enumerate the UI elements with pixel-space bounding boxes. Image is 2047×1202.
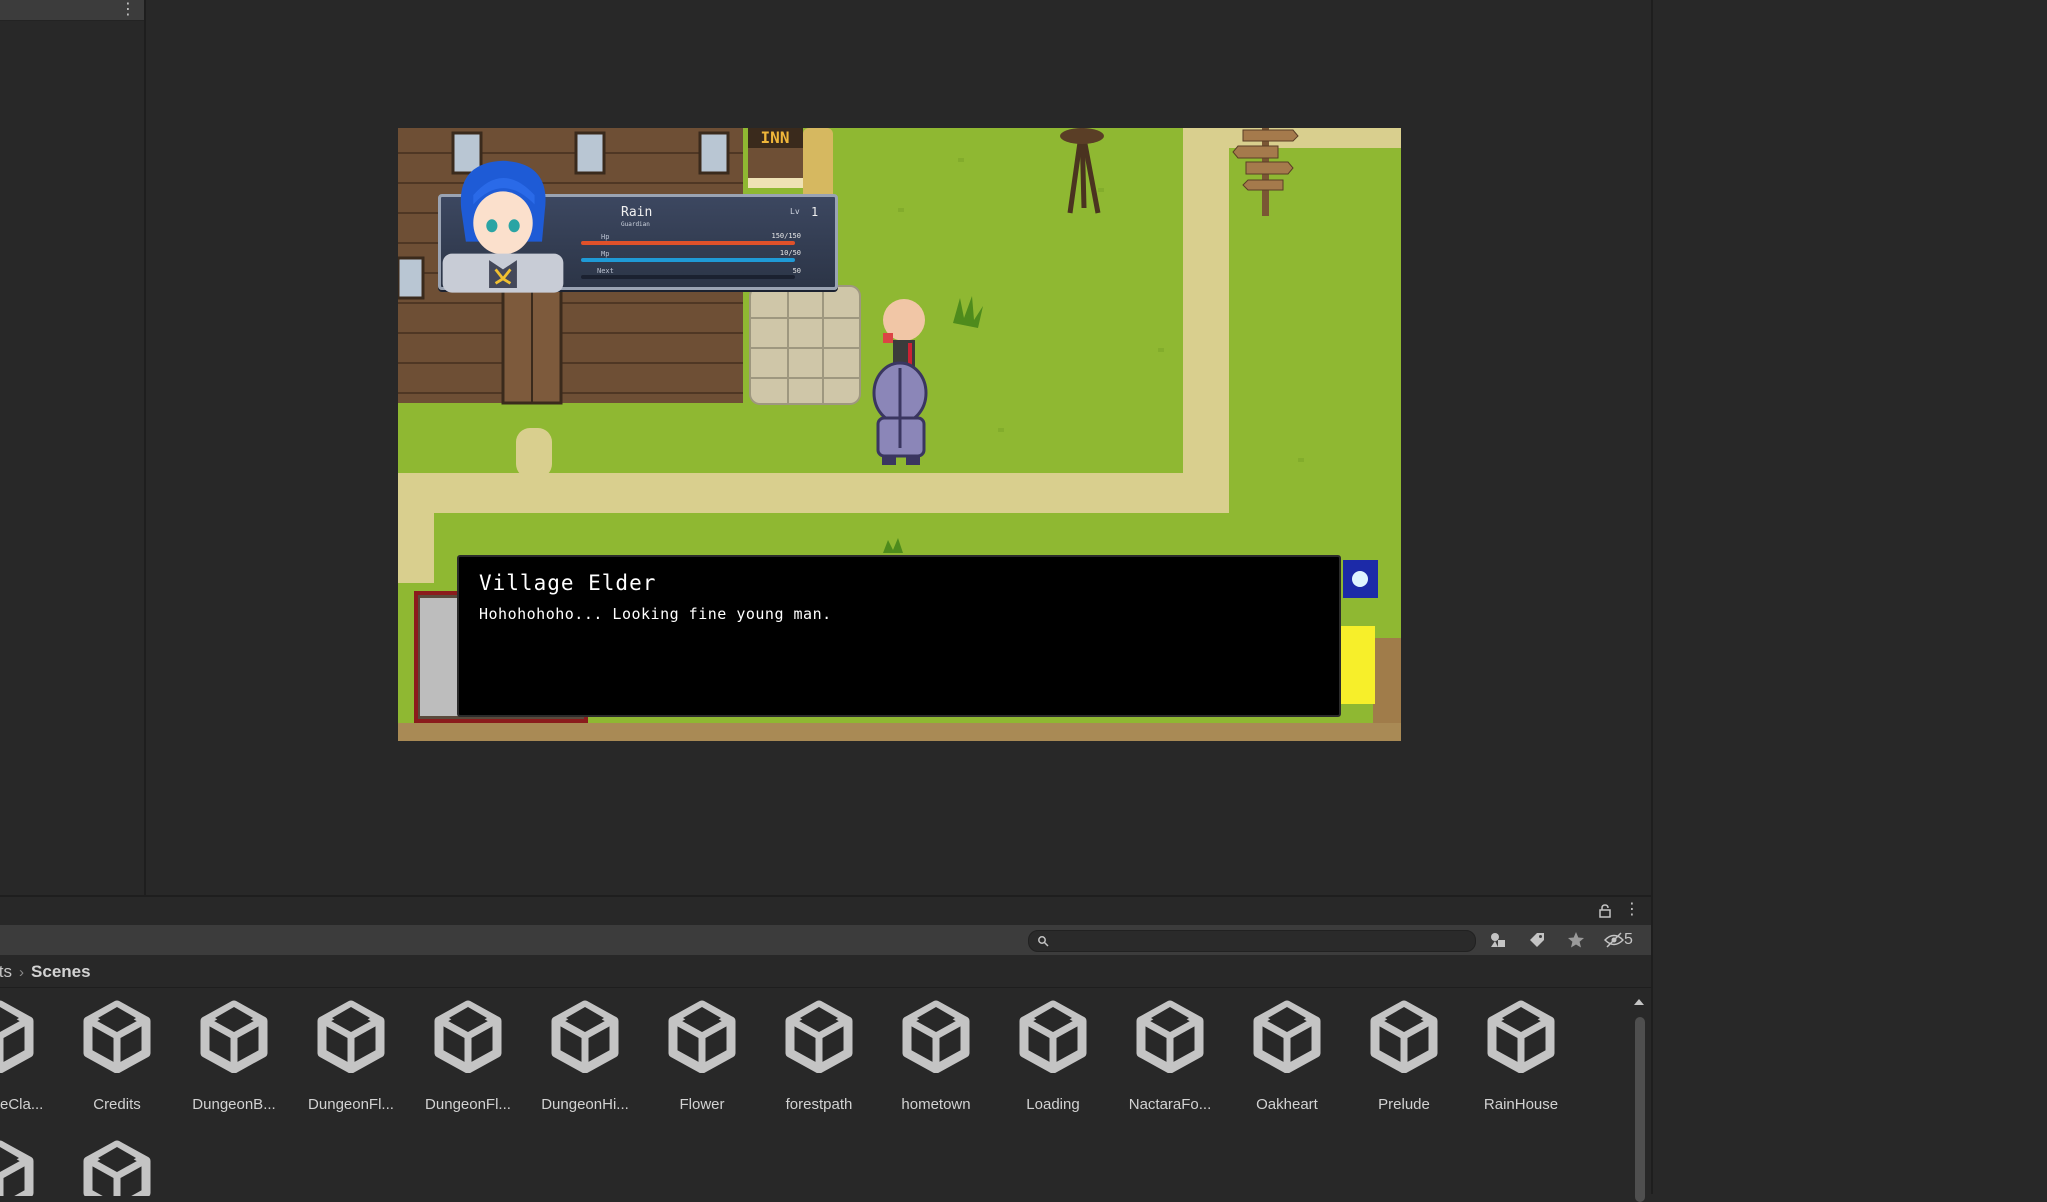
project-menu-button[interactable]: ⋮	[1624, 900, 1640, 920]
scene-asset-label: DungeonFl...	[308, 1096, 394, 1113]
scene-asset[interactable]: Loading	[994, 987, 1112, 1113]
scene-asset[interactable]: hometown	[877, 987, 995, 1113]
unity-scene-icon	[0, 1000, 34, 1073]
next-label: Next	[597, 267, 614, 275]
scene-asset-label: DungeonB...	[192, 1096, 276, 1113]
breadcrumb-assets[interactable]: Assets	[0, 962, 12, 982]
unity-scene-icon	[434, 1000, 502, 1073]
hierarchy-panel: ⋮	[0, 0, 146, 895]
scene-asset[interactable]: Oakheart	[1228, 987, 1346, 1113]
hp-value: 150/150	[771, 232, 801, 240]
project-toolbar: 5	[0, 925, 1651, 956]
scene-asset[interactable]: Prelude	[1345, 987, 1463, 1113]
level-value: 1	[811, 205, 819, 219]
breadcrumb-bar: Assets › Scenes	[0, 955, 1651, 988]
scene-asset[interactable]	[58, 1127, 176, 1196]
hp-bar-fill	[581, 241, 795, 245]
unity-scene-icon	[200, 1000, 268, 1073]
level-label: Lv	[790, 207, 800, 216]
unity-scene-icon	[1253, 1000, 1321, 1073]
hidden-count: 5	[1624, 931, 1633, 948]
game-screen[interactable]: INN Rain Guardian Lv 1 Hp 150/150 Mp 10/…	[398, 128, 1401, 741]
scrollbar[interactable]	[1630, 997, 1648, 1202]
mp-value: 10/50	[779, 249, 801, 257]
breadcrumb: Assets › Scenes	[0, 962, 91, 982]
eye-slash-icon	[1604, 932, 1624, 948]
scene-asset-label: Loading	[1026, 1096, 1080, 1113]
scene-asset[interactable]: Flower	[643, 987, 761, 1113]
breadcrumb-scenes[interactable]: Scenes	[31, 962, 91, 982]
hierarchy-header: ⋮	[0, 0, 144, 21]
scene-asset[interactable]: DungeonHi...	[526, 987, 644, 1113]
search-by-type-button[interactable]	[1485, 929, 1511, 951]
unity-scene-icon	[902, 1000, 970, 1073]
scene-asset-label: DungeonHi...	[541, 1096, 629, 1113]
unity-scene-icon	[1019, 1000, 1087, 1073]
scene-asset-label: Flower	[679, 1096, 725, 1113]
mp-label: Mp	[601, 250, 610, 258]
hierarchy-menu-button[interactable]: ⋮	[120, 0, 136, 20]
unity-scene-icon	[317, 1000, 385, 1073]
project-tab-bar: ⋮	[0, 897, 1651, 926]
unity-scene-icon	[551, 1000, 619, 1073]
hidden-packages-button[interactable]: 5	[1604, 929, 1648, 951]
scroll-up-arrow-icon[interactable]	[1633, 997, 1645, 1007]
unity-scene-icon	[83, 1140, 151, 1196]
scene-asset[interactable]: DungeonFl...	[409, 987, 527, 1113]
scene-asset[interactable]: forestpath	[760, 987, 878, 1113]
search-input[interactable]	[1053, 931, 1463, 951]
filter-type-icon	[1491, 933, 1505, 947]
character-name: Rain	[621, 205, 653, 220]
dialog-speaker-name: Village Elder	[479, 571, 657, 595]
scene-asset-label: RainHouse	[1483, 1096, 1559, 1113]
scene-asset[interactable]: Credits	[58, 987, 176, 1113]
scene-asset-label: NactaraFo...	[1128, 1096, 1212, 1113]
scrollbar-thumb[interactable]	[1635, 1017, 1645, 1202]
favorites-button[interactable]	[1563, 929, 1589, 951]
character-portrait	[442, 160, 564, 293]
star-icon	[1568, 932, 1584, 948]
chevron-right-icon: ›	[19, 963, 25, 981]
scene-asset[interactable]: RainHouse	[1462, 987, 1580, 1113]
unity-scene-icon	[668, 1000, 736, 1073]
search-icon	[1038, 936, 1049, 947]
scene-asset-label: Credits	[93, 1096, 141, 1113]
scene-asset[interactable]: ChooseCla...	[0, 987, 59, 1113]
search-by-label-button[interactable]	[1524, 929, 1550, 951]
unity-scene-icon	[1370, 1000, 1438, 1073]
scene-asset-label: ChooseCla...	[0, 1096, 44, 1113]
scene-asset[interactable]	[0, 1127, 59, 1196]
unity-scene-icon	[1136, 1000, 1204, 1073]
mp-bar-fill	[581, 258, 795, 262]
dialog-box[interactable]: Village Elder Hohohohoho... Looking fine…	[457, 555, 1341, 717]
asset-grid: ChooseCla... Credits	[0, 987, 1625, 1196]
dialog-message: Hohohohoho... Looking fine young man.	[479, 605, 832, 623]
next-value: 50	[792, 267, 801, 275]
unity-scene-icon	[0, 1140, 34, 1196]
search-field[interactable]	[1028, 930, 1476, 952]
unity-scene-icon	[785, 1000, 853, 1073]
inspector-panel	[1651, 0, 2047, 1194]
hp-label: Hp	[601, 233, 610, 241]
scene-asset[interactable]: NactaraFo...	[1111, 987, 1229, 1113]
character-class: Guardian	[621, 221, 650, 228]
lock-icon[interactable]	[1598, 904, 1612, 918]
scene-asset-label: forestpath	[785, 1096, 853, 1113]
exp-bar	[581, 275, 795, 279]
scene-asset-label: Oakheart	[1256, 1096, 1318, 1113]
scene-asset[interactable]: DungeonFl...	[292, 987, 410, 1113]
scene-asset-label: Prelude	[1378, 1096, 1430, 1113]
hp-bar	[581, 241, 795, 245]
scene-asset-label: DungeonFl...	[425, 1096, 511, 1113]
inn-sign: INN	[761, 128, 790, 147]
unity-scene-icon	[83, 1000, 151, 1073]
project-window: ⋮ 5 ts › Scenes eCla... Credits DungeonB…	[0, 895, 1651, 1202]
unity-scene-icon	[1487, 1000, 1555, 1073]
scene-asset-label: hometown	[901, 1096, 971, 1113]
scene-asset[interactable]: DungeonB...	[175, 987, 293, 1113]
tag-icon	[1530, 933, 1544, 947]
mp-bar	[581, 258, 795, 262]
